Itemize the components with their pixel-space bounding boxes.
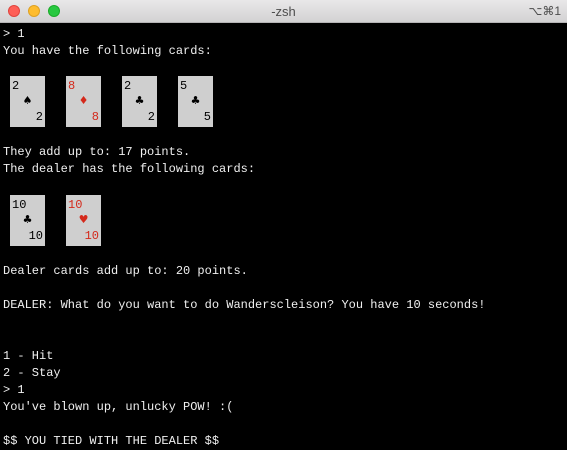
- card-rank: 10: [68, 198, 83, 212]
- terminal-window: -zsh ⌥⌘1 > 1 You have the following card…: [0, 0, 567, 450]
- window-title: -zsh: [271, 4, 296, 19]
- heart-icon: ♥: [78, 213, 89, 226]
- card-rank: 8: [91, 110, 99, 124]
- output-line: Dealer cards add up to: 20 points.: [3, 264, 248, 278]
- player-card: 2 ♣ 2: [122, 76, 157, 127]
- card-rank: 2: [147, 110, 155, 124]
- card-rank: 2: [124, 79, 132, 93]
- club-icon: ♣: [190, 94, 201, 107]
- card-rank: 5: [180, 79, 188, 93]
- window-shortcut-label: ⌥⌘1: [528, 4, 561, 18]
- card-rank: 10: [28, 229, 43, 243]
- menu-option-hit: 1 - Hit: [3, 349, 54, 363]
- club-icon: ♣: [134, 94, 145, 107]
- dealer-card: 10 ♥ 10: [66, 195, 101, 246]
- dealer-prompt-line: DEALER: What do you want to do Wanderscl…: [3, 298, 486, 312]
- card-rank: 10: [84, 229, 99, 243]
- dealer-card: 10 ♣ 10: [10, 195, 45, 246]
- menu-option-stay: 2 - Stay: [3, 366, 61, 380]
- diamond-icon: ♦: [78, 94, 89, 107]
- output-line: They add up to: 17 points.: [3, 145, 191, 159]
- spade-icon: ♠: [22, 94, 33, 107]
- prompt-line: > 1: [3, 383, 25, 397]
- player-card: 8 ♦ 8: [66, 76, 101, 127]
- prompt-line: > 1: [3, 27, 25, 41]
- card-rank: 10: [12, 198, 27, 212]
- terminal-output[interactable]: > 1 You have the following cards: 2 ♠ 2 …: [0, 23, 567, 450]
- card-rank: 5: [203, 110, 211, 124]
- output-line: The dealer has the following cards:: [3, 162, 256, 176]
- output-line: You have the following cards:: [3, 44, 212, 58]
- player-card: 2 ♠ 2: [10, 76, 45, 127]
- player-card: 5 ♣ 5: [178, 76, 213, 127]
- card-rank: 2: [12, 79, 20, 93]
- title-bar[interactable]: -zsh ⌥⌘1: [0, 0, 567, 23]
- club-icon: ♣: [22, 213, 33, 226]
- result-line: $$ YOU TIED WITH THE DEALER $$: [3, 434, 220, 448]
- card-rank: 2: [35, 110, 43, 124]
- output-line: You've blown up, unlucky POW! :(: [3, 400, 234, 414]
- card-rank: 8: [68, 79, 76, 93]
